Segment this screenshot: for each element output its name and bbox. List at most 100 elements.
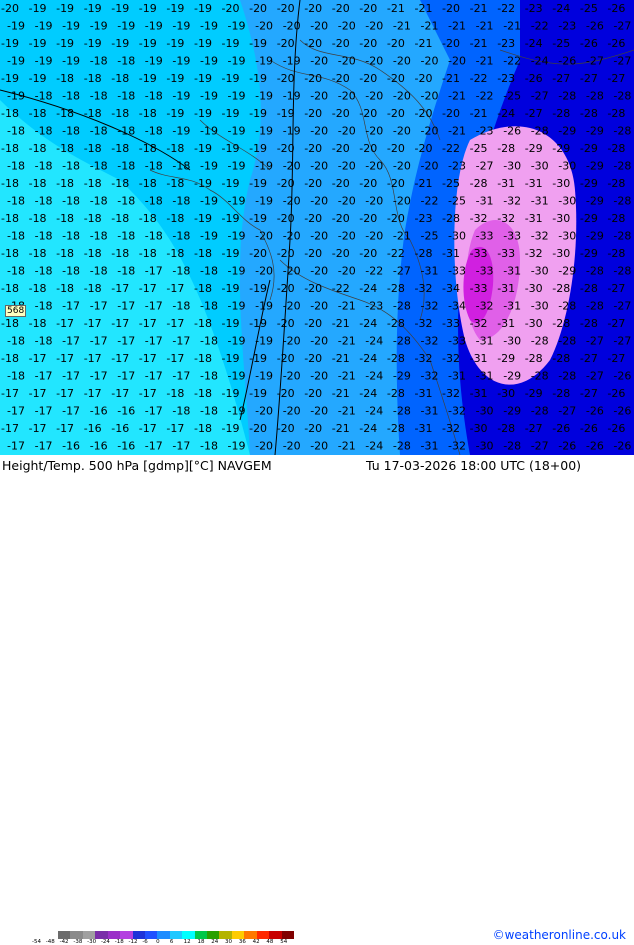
credit-link[interactable]: ©weatheronline.co.uk — [493, 928, 626, 942]
temperature-label: -29 — [586, 230, 604, 243]
temperature-label: -19 — [222, 387, 240, 400]
temperature-label: -19 — [139, 37, 157, 50]
temperature-label: -18 — [145, 160, 163, 173]
valid-time: Tu 17-03-2026 18:00 UTC (18+00) — [366, 458, 582, 473]
temperature-label: -27 — [531, 440, 549, 453]
temperature-label: -20 — [359, 107, 377, 120]
temperature-label: -19 — [172, 20, 190, 33]
temperature-label: -24 — [359, 282, 377, 295]
temperature-label: -31 — [476, 195, 494, 208]
temperature-label: -19 — [29, 72, 47, 85]
temperature-label: -27 — [580, 387, 598, 400]
temperature-label: -17 — [62, 370, 80, 383]
temperature-label: -30 — [503, 160, 521, 173]
temperature-label: -16 — [117, 405, 135, 418]
temperature-label: -18 — [56, 107, 74, 120]
temperature-label: -18 — [1, 317, 19, 330]
temperature-label: -20 — [304, 387, 322, 400]
temperature-label: -30 — [558, 160, 576, 173]
temperature-label: -20 — [304, 2, 322, 15]
temperature-label: -19 — [228, 125, 246, 138]
temperature-label: -30 — [552, 212, 570, 225]
temperature-label: -19 — [255, 90, 273, 103]
temperature-label: -16 — [84, 422, 102, 435]
temperature-label: -20 — [387, 107, 405, 120]
temperature-label: -17 — [7, 440, 25, 453]
temperature-label: -17 — [62, 335, 80, 348]
temperature-label: -18 — [7, 125, 25, 138]
temperature-label: -20 — [359, 72, 377, 85]
temperature-label: -29 — [503, 405, 521, 418]
temperature-label: -21 — [332, 387, 350, 400]
temperature-label: -16 — [111, 422, 129, 435]
temperature-label: -28 — [387, 387, 405, 400]
temperature-label: -22 — [365, 265, 383, 278]
temperature-label: -21 — [387, 2, 405, 15]
temperature-label: -18 — [194, 422, 212, 435]
temperature-label: -18 — [56, 212, 74, 225]
temperature-label: -18 — [172, 405, 190, 418]
temperature-label: -26 — [503, 125, 521, 138]
temperature-label: -30 — [531, 300, 549, 313]
temperature-label: -26 — [558, 440, 576, 453]
temperature-label: -19 — [283, 55, 301, 68]
temperature-label: -20 — [415, 107, 433, 120]
temperature-label: -20 — [304, 107, 322, 120]
temperature-label: -19 — [1, 37, 19, 50]
temperature-label: -19 — [228, 195, 246, 208]
temperature-label: -33 — [442, 317, 460, 330]
temperature-label: -20 — [304, 422, 322, 435]
temperature-label: -18 — [172, 300, 190, 313]
temperature-label: -20 — [310, 370, 328, 383]
temperature-label: -27 — [558, 405, 576, 418]
temperature-label: -21 — [415, 37, 433, 50]
temperature-label: -17 — [172, 440, 190, 453]
temperature-label: -18 — [172, 230, 190, 243]
temperature-label: -17 — [35, 370, 53, 383]
temperature-label: -19 — [222, 177, 240, 190]
temperature-label: -20 — [277, 282, 295, 295]
temperature-label: -24 — [359, 317, 377, 330]
temperature-label: -21 — [442, 72, 460, 85]
temperature-label: -33 — [503, 230, 521, 243]
temperature-label: -24 — [552, 2, 570, 15]
temperature-label: -19 — [222, 317, 240, 330]
colorbar-swatch — [219, 931, 232, 939]
colorbar-swatch — [169, 931, 183, 939]
temperature-label: -25 — [421, 230, 439, 243]
temperature-label: -19 — [194, 72, 212, 85]
colorbar-tick: 42 — [252, 939, 260, 945]
temperature-label: -20 — [310, 90, 328, 103]
temperature-label: -18 — [111, 72, 129, 85]
temperature-label: -20 — [365, 55, 383, 68]
temperature-label: -27 — [607, 282, 625, 295]
temperature-label: -19 — [1, 72, 19, 85]
temperature-label: -22 — [531, 20, 549, 33]
temperature-label: -17 — [111, 317, 129, 330]
temperature-label: -20 — [277, 212, 295, 225]
temperature-label: -19 — [228, 265, 246, 278]
temperature-label: -28 — [531, 335, 549, 348]
temperature-label: -18 — [29, 107, 47, 120]
temperature-label: -18 — [35, 90, 53, 103]
temperature-label: -17 — [56, 352, 74, 365]
temperature-label: -20 — [338, 90, 356, 103]
temperature-label: -19 — [166, 37, 184, 50]
temperature-label: -19 — [29, 37, 47, 50]
temperature-label: -19 — [139, 72, 157, 85]
temperature-label: -19 — [117, 20, 135, 33]
temperature-label: -20 — [365, 160, 383, 173]
temperature-label: -31 — [525, 177, 543, 190]
temperature-label: -17 — [1, 422, 19, 435]
temperature-label: -31 — [503, 300, 521, 313]
temperature-label: -27 — [607, 72, 625, 85]
temperature-label: -19 — [139, 2, 157, 15]
temperature-label: -19 — [249, 317, 267, 330]
temperature-label: -27 — [607, 352, 625, 365]
temperature-label: -20 — [283, 335, 301, 348]
temperature-label: -20 — [421, 125, 439, 138]
temperature-label: -27 — [393, 265, 411, 278]
temperature-label: -20 — [359, 142, 377, 155]
temperature-label: -28 — [552, 282, 570, 295]
temperature-label: -32 — [531, 230, 549, 243]
